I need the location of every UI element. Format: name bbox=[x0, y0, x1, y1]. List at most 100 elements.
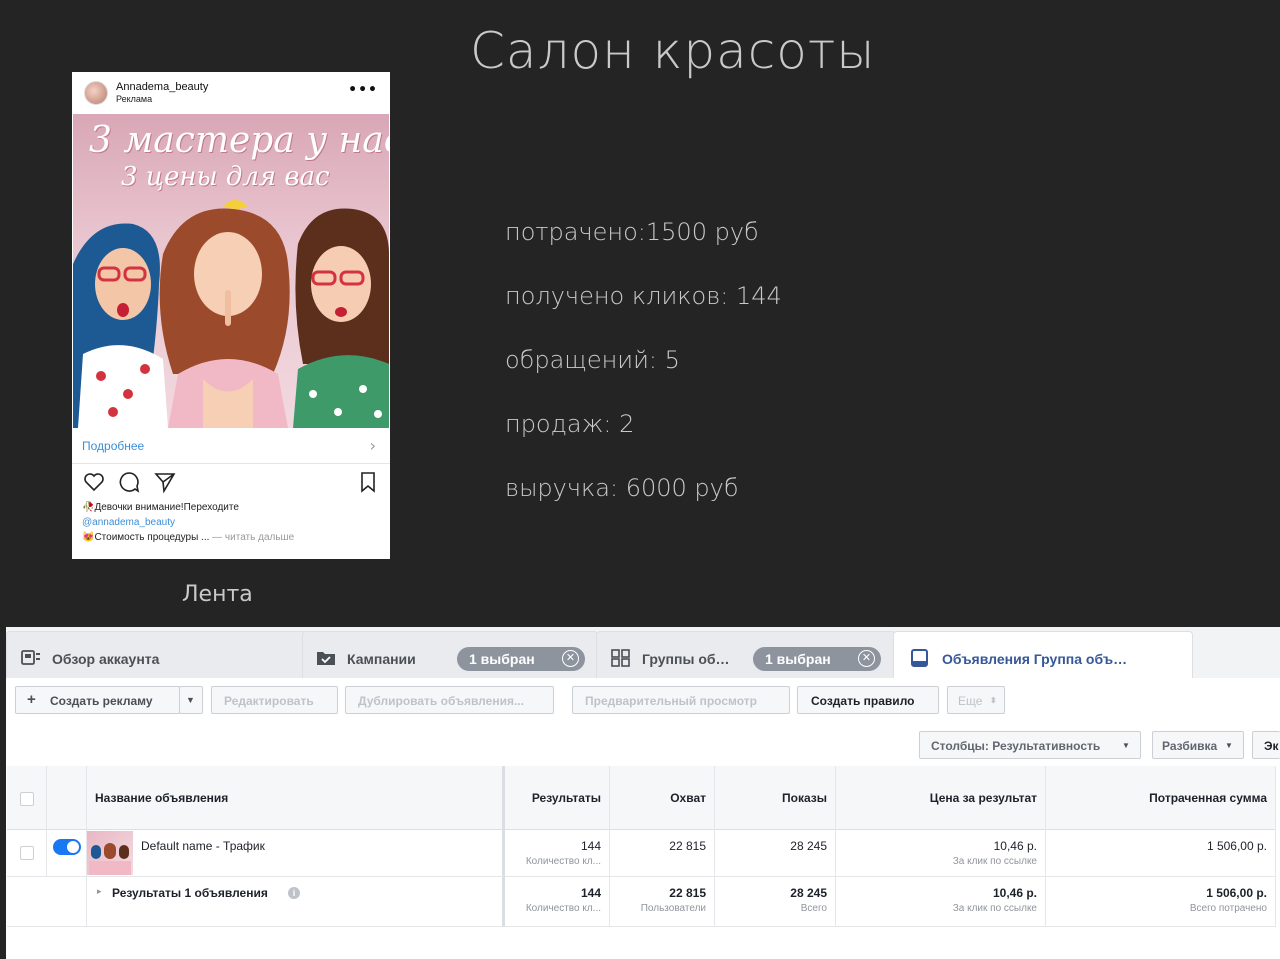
ads-table: Название объявления Результаты Охват Пок… bbox=[7, 766, 1280, 930]
post-image: 3 мастера у нас 3 цены для вас bbox=[73, 114, 389, 428]
more-options-icon[interactable]: ••• bbox=[348, 82, 378, 98]
preview-label: Предварительный просмотр bbox=[585, 694, 757, 708]
selected-pill[interactable]: 1 выбран ✕ bbox=[457, 647, 585, 671]
column-label: Название объявления bbox=[95, 791, 229, 805]
clear-selection-icon[interactable]: ✕ bbox=[562, 650, 579, 667]
summary-impressions-value: 28 245 bbox=[790, 886, 827, 900]
stat-spent: потрачено:1500 руб bbox=[505, 218, 759, 246]
sort-arrows-icon: ⬍ bbox=[990, 696, 997, 705]
create-rule-label: Создать правило bbox=[811, 694, 915, 708]
row-checkbox[interactable] bbox=[20, 846, 34, 860]
bookmark-icon[interactable] bbox=[356, 470, 380, 494]
account-overview-icon bbox=[21, 650, 40, 665]
ad-thumbnail bbox=[87, 831, 133, 875]
summary-reach-subtext: Пользователи bbox=[640, 903, 706, 914]
slide-title: Салон красоты bbox=[470, 22, 876, 80]
more-button[interactable]: Еще ⬍ bbox=[947, 686, 1005, 714]
table-row[interactable]: Default name - Трафик bbox=[87, 830, 505, 877]
selected-count: 1 выбран bbox=[469, 651, 535, 667]
learn-more-label: Подробнее bbox=[82, 439, 145, 453]
reach-cell: 22 815 bbox=[610, 830, 715, 877]
select-all-checkbox[interactable] bbox=[20, 792, 34, 806]
share-send-icon[interactable] bbox=[153, 470, 177, 494]
column-label: Результаты bbox=[531, 791, 601, 805]
row-toggle-cell bbox=[47, 830, 87, 877]
info-icon[interactable]: i bbox=[288, 887, 300, 899]
clear-selection-icon[interactable]: ✕ bbox=[858, 650, 875, 667]
impressions-value: 28 245 bbox=[790, 839, 827, 853]
edit-label: Редактировать bbox=[224, 694, 314, 708]
duplicate-button[interactable]: Дублировать объявления... bbox=[345, 686, 554, 714]
summary-impressions-cell: 28 245 Всего bbox=[715, 877, 836, 927]
post-username[interactable]: Annadema_beauty bbox=[116, 81, 208, 93]
caption-line: 🥀Девочки внимание!Переходите bbox=[82, 502, 239, 513]
column-header-impressions[interactable]: Показы bbox=[715, 766, 836, 830]
ads-manager: Обзор аккаунта Кампании 1 выбран ✕ Групп… bbox=[6, 627, 1280, 959]
results-subtext: Количество кл... bbox=[525, 856, 601, 867]
duplicate-label: Дублировать объявления... bbox=[358, 694, 524, 708]
export-label: Эк bbox=[1264, 739, 1279, 753]
column-header-amount-spent[interactable]: Потраченная сумма bbox=[1046, 766, 1276, 830]
summary-row[interactable]: ▸ Результаты 1 объявления i bbox=[87, 877, 505, 927]
caret-down-icon: ▼ bbox=[1122, 741, 1130, 750]
cost-value: 10,46 р. bbox=[993, 839, 1037, 853]
breakdown-label: Разбивка bbox=[1162, 739, 1218, 753]
reach-value: 22 815 bbox=[669, 839, 706, 853]
create-ad-button[interactable]: + Создать рекламу bbox=[15, 686, 180, 714]
learn-more-link[interactable]: Подробнее › bbox=[72, 428, 390, 464]
image-headline: 3 мастера у нас bbox=[89, 120, 389, 161]
more-label: Еще bbox=[958, 694, 983, 708]
column-header-cost-per-result[interactable]: Цена за результат bbox=[836, 766, 1046, 830]
sponsored-label: Реклама bbox=[116, 94, 153, 104]
expand-caret-icon[interactable]: ▸ bbox=[97, 886, 102, 897]
ad-status-toggle[interactable] bbox=[53, 839, 81, 855]
caption-text: Стоимость процедуры ... bbox=[94, 532, 210, 543]
folder-icon bbox=[317, 652, 335, 665]
summary-name: Результаты 1 объявления bbox=[112, 886, 268, 900]
breakdown-dropdown[interactable]: Разбивка ▼ bbox=[1152, 731, 1244, 759]
create-rule-button[interactable]: Создать правило bbox=[797, 686, 939, 714]
toggle-header bbox=[47, 766, 87, 830]
preview-button[interactable]: Предварительный просмотр bbox=[572, 686, 790, 714]
summary-cost-value: 10,46 р. bbox=[992, 886, 1037, 900]
ad-name[interactable]: Default name - Трафик bbox=[141, 839, 265, 853]
tab-label: Обзор аккаунта bbox=[52, 651, 160, 667]
summary-cost-subtext: За клик по ссылке bbox=[952, 903, 1037, 914]
avatar[interactable] bbox=[84, 81, 108, 105]
caption-mention[interactable]: @annadema_beauty bbox=[82, 517, 175, 528]
select-all-header bbox=[7, 766, 47, 830]
like-heart-icon[interactable] bbox=[82, 470, 106, 494]
spent-cell: 1 506,00 р. bbox=[1046, 830, 1276, 877]
tab-label: Группы об… bbox=[642, 651, 730, 667]
post-header: Annadema_beauty Реклама ••• bbox=[72, 72, 390, 114]
tab-label: Кампании bbox=[347, 651, 416, 667]
column-header-name[interactable]: Название объявления bbox=[87, 766, 505, 830]
column-header-results[interactable]: Результаты bbox=[505, 766, 610, 830]
tab-label: Объявления Группа объ… bbox=[942, 651, 1128, 667]
column-label: Охват bbox=[670, 791, 706, 805]
comment-icon[interactable] bbox=[117, 470, 141, 494]
image-subheadline: 3 цены для вас bbox=[121, 162, 330, 192]
tab-ads[interactable]: Объявления Группа объ… bbox=[893, 631, 1193, 683]
tab-ad-sets[interactable]: Группы об… 1 выбран ✕ bbox=[596, 631, 896, 683]
columns-dropdown[interactable]: Столбцы: Результативность ▼ bbox=[919, 731, 1141, 759]
summary-results-subtext: Количество кл... bbox=[525, 903, 601, 914]
column-header-reach[interactable]: Охват bbox=[610, 766, 715, 830]
feed-placement-label: Лента bbox=[182, 582, 253, 607]
summary-spacer bbox=[7, 877, 87, 927]
row-select-cell bbox=[7, 830, 47, 877]
edit-button[interactable]: Редактировать bbox=[211, 686, 338, 714]
column-label: Показы bbox=[782, 791, 827, 805]
tab-campaigns[interactable]: Кампании 1 выбран ✕ bbox=[302, 631, 598, 683]
tab-account-overview[interactable]: Обзор аккаунта bbox=[6, 631, 306, 683]
stat-requests: обращений: 5 bbox=[505, 346, 680, 374]
selected-count: 1 выбран bbox=[765, 651, 831, 667]
export-button[interactable]: Эк bbox=[1252, 731, 1280, 759]
summary-results-cell: 144 Количество кл... bbox=[505, 877, 610, 927]
create-dropdown-button[interactable]: ▼ bbox=[179, 686, 203, 714]
read-more-link[interactable]: — читать дальше bbox=[212, 532, 294, 543]
summary-impressions-subtext: Всего bbox=[800, 903, 827, 914]
selected-pill[interactable]: 1 выбран ✕ bbox=[753, 647, 881, 671]
summary-results-value: 144 bbox=[580, 886, 601, 900]
caret-down-icon: ▼ bbox=[186, 695, 195, 705]
